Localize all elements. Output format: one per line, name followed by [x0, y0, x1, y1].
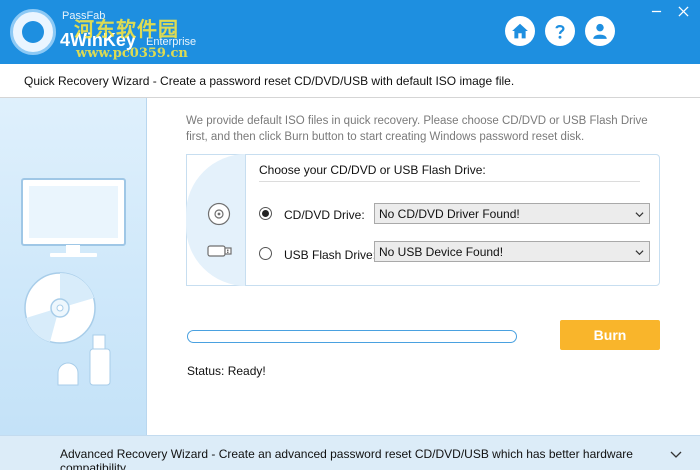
status-text: Status: Ready! [187, 364, 266, 378]
watermark-url: www.pc0359.cn [76, 46, 188, 61]
usb-select[interactable]: No USB Device Found! [374, 241, 650, 262]
monitor-icon [21, 178, 126, 257]
wizard-header: Quick Recovery Wizard - Create a passwor… [0, 64, 700, 98]
help-button[interactable] [545, 16, 575, 46]
usb-select-value: No USB Device Found! [379, 245, 504, 259]
account-button[interactable] [585, 16, 615, 46]
watermark-text: 河东软件园 [74, 17, 179, 41]
home-icon [512, 23, 528, 39]
advanced-recovery-label: Advanced Recovery Wizard - Create an adv… [60, 447, 633, 470]
close-icon [677, 5, 689, 17]
usb-icon [207, 245, 232, 257]
choose-drive-title: Choose your CD/DVD or USB Flash Drive: [259, 163, 486, 177]
help-icon [555, 25, 565, 39]
home-button[interactable] [505, 16, 535, 46]
wizard-description: We provide default ISO files in quick re… [186, 115, 648, 143]
user-icon [593, 23, 607, 39]
app-logo [10, 9, 56, 55]
disc-icon [24, 272, 96, 344]
close-button[interactable] [674, 4, 692, 18]
cd-dvd-select[interactable]: No CD/DVD Driver Found! [374, 203, 650, 224]
minimize-icon [651, 10, 661, 12]
cd-dvd-select-value: No CD/DVD Driver Found! [379, 207, 520, 221]
cd-dvd-label: CD/DVD Drive: [284, 208, 365, 222]
chevron-down-icon [670, 451, 682, 458]
burn-button[interactable]: Burn [560, 320, 660, 350]
chevron-down-icon [635, 212, 644, 218]
usb-label: USB Flash Drive: [284, 248, 377, 262]
cd-dvd-radio[interactable] [259, 207, 272, 220]
title-bar: PassFab 4WinKey Enterprise 河东软件园 www.pc0… [0, 0, 700, 64]
cd-icon [207, 202, 231, 226]
illustration-pane [0, 98, 147, 435]
chevron-down-icon [635, 250, 644, 256]
wizard-header-text: Quick Recovery Wizard - Create a passwor… [24, 74, 515, 88]
usb-radio[interactable] [259, 247, 272, 260]
advanced-recovery-bar[interactable]: Advanced Recovery Wizard - Create an adv… [0, 435, 700, 470]
minimize-button[interactable] [647, 4, 665, 18]
burn-progress-bar [187, 330, 517, 343]
divider [259, 181, 640, 182]
